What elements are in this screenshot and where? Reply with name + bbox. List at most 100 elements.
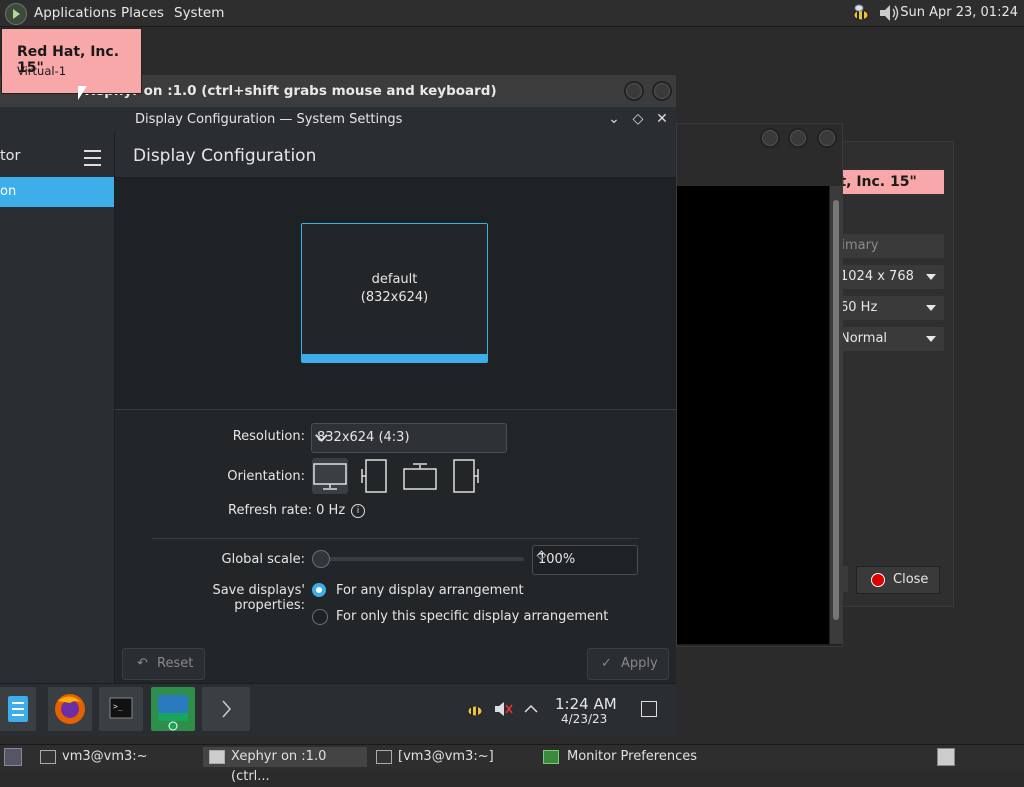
launcher-icon: [8, 696, 28, 722]
apply-label: Apply: [621, 656, 658, 671]
taskbar-item-label: vm3@vm3:~: [62, 749, 148, 764]
maximize-icon[interactable]: ◇: [630, 111, 646, 127]
make-primary-button[interactable]: rimary: [836, 234, 944, 258]
slider-handle[interactable]: [312, 550, 330, 568]
hamburger-menu-icon[interactable]: [84, 150, 101, 166]
taskbar-item-terminal[interactable]: vm3@vm3:~: [40, 747, 200, 767]
kde-clock-date[interactable]: 4/23/23: [561, 712, 607, 726]
resolution-label: Resolution:: [232, 429, 305, 444]
info-icon[interactable]: i: [351, 504, 365, 518]
output-size: (832x624): [360, 290, 429, 305]
menu-applications[interactable]: Applications: [34, 5, 116, 21]
dropdown-arrow-icon: [926, 336, 936, 342]
close-button[interactable]: Close: [856, 566, 940, 594]
taskbar-terminal[interactable]: >_: [99, 687, 143, 731]
resolution-value: 1024 x 768: [840, 269, 914, 284]
xephyr-title: Xephyr on :1.0 (ctrl+shift grabs mouse a…: [85, 83, 497, 99]
output-screen[interactable]: default (832x624): [301, 223, 488, 363]
reset-button[interactable]: ↶ Reset: [122, 648, 205, 680]
global-scale-slider[interactable]: [320, 557, 524, 561]
monitor-portrait-right-icon: [453, 459, 479, 493]
close-icon: [871, 573, 885, 587]
check-icon: ✓: [601, 656, 612, 671]
chevron-right-icon: [222, 700, 231, 718]
maximize-icon[interactable]: [652, 81, 672, 101]
taskbar-item-label: Monitor Preferences: [567, 749, 698, 764]
mouse-cursor-icon: [78, 86, 87, 100]
taskbar-more[interactable]: [202, 687, 250, 731]
taskbar-firefox[interactable]: [48, 687, 92, 731]
app-launcher[interactable]: [0, 687, 36, 731]
radio-specific-label[interactable]: For only this specific display arrangeme…: [336, 609, 608, 624]
system-settings-window: Display Configuration — System Settings …: [0, 107, 676, 683]
gnome-foot-icon[interactable]: [5, 3, 27, 25]
apply-button[interactable]: ✓ Apply: [587, 648, 669, 680]
firefox-icon: [55, 694, 85, 724]
kde-clock-time[interactable]: 1:24 AM: [555, 695, 617, 713]
taskbar-item-monitor-preferences[interactable]: Monitor Preferences: [543, 747, 743, 767]
radio-any-label[interactable]: For any display arrangement: [336, 583, 524, 598]
rotation-dropdown[interactable]: Normal: [836, 327, 944, 351]
background-window-content: [677, 186, 829, 644]
radio-specific-arrangement[interactable]: [312, 609, 328, 625]
minimize-icon[interactable]: ⌄: [606, 111, 622, 127]
orientation-right-button[interactable]: [446, 458, 482, 494]
display-preview-area: default (832x624): [115, 178, 676, 410]
terminal-icon: [376, 750, 392, 764]
orientation-left-button[interactable]: [358, 458, 394, 494]
terminal-icon: [40, 750, 56, 764]
monitor-label[interactable]: at, Inc. 15": [830, 170, 944, 194]
close-icon[interactable]: ✕: [654, 111, 670, 127]
scrollbar[interactable]: [830, 186, 842, 644]
maximize-icon[interactable]: [788, 128, 808, 148]
tray-expand-icon[interactable]: [523, 701, 539, 717]
taskbar-item-label: [vm3@vm3:~]: [398, 749, 494, 764]
menu-system[interactable]: System: [174, 5, 224, 21]
background-window: [676, 123, 843, 647]
close-label: Close: [893, 572, 929, 587]
clock[interactable]: Sun Apr 23, 01:24: [900, 5, 1018, 20]
monitor-tooltip: Red Hat, Inc. 15" Virtual-1: [1, 28, 142, 94]
taskbar-item-label: Xephyr on :1.0 (ctrl...: [231, 749, 327, 784]
radio-any-arrangement[interactable]: [312, 583, 326, 597]
background-window-titlebar[interactable]: [677, 124, 842, 186]
bee-tray-icon[interactable]: [851, 3, 871, 23]
muted-volume-icon[interactable]: [493, 699, 513, 719]
minimize-icon[interactable]: [760, 128, 780, 148]
volume-icon[interactable]: [878, 3, 900, 23]
output-primary-bar: [302, 354, 487, 362]
orientation-label: Orientation:: [227, 469, 305, 484]
monitor-preferences-window: [842, 141, 954, 607]
taskbar-discover[interactable]: [151, 687, 195, 731]
settings-titlebar[interactable]: Display Configuration — System Settings …: [0, 107, 676, 133]
sidebar-heading: tor: [0, 148, 21, 164]
refresh-rate-label: Refresh rate: 0 Hz: [228, 503, 346, 518]
resolution-dropdown[interactable]: 1024 x 768: [836, 265, 944, 289]
orientation-inverted-button[interactable]: [402, 458, 438, 494]
window-icon: [209, 750, 225, 764]
minimize-icon[interactable]: [624, 81, 644, 101]
taskbar-item-xephyr[interactable]: Xephyr on :1.0 (ctrl...: [203, 747, 367, 784]
monitor-landscape-icon: [313, 463, 347, 490]
close-icon[interactable]: [817, 128, 837, 148]
page-title: Display Configuration: [133, 146, 317, 166]
rotation-value: Normal: [840, 331, 888, 346]
divider: [152, 538, 639, 539]
monitor-icon: [543, 750, 559, 764]
taskbar-item-terminal-2[interactable]: [vm3@vm3:~]: [376, 747, 536, 767]
sidebar-item-display-configuration[interactable]: on: [0, 177, 114, 207]
orientation-normal-button[interactable]: [312, 458, 348, 494]
resolution-value: 832x624 (4:3): [317, 430, 410, 445]
settings-sidebar: tor on: [0, 133, 115, 683]
show-desktop-icon[interactable]: [4, 748, 22, 766]
bee-tray-icon[interactable]: [465, 699, 485, 719]
workspace-switcher[interactable]: [937, 748, 955, 766]
global-scale-label: Global scale:: [221, 552, 305, 567]
global-scale-spinbox[interactable]: 100%: [532, 545, 638, 575]
show-desktop-icon[interactable]: [641, 701, 657, 717]
refresh-dropdown[interactable]: 60 Hz: [836, 296, 944, 320]
resolution-combobox[interactable]: 832x624 (4:3): [311, 423, 507, 453]
tooltip-subtitle: Virtual-1: [17, 64, 67, 78]
refresh-value: 60 Hz: [840, 300, 878, 315]
menu-places[interactable]: Places: [121, 5, 164, 21]
